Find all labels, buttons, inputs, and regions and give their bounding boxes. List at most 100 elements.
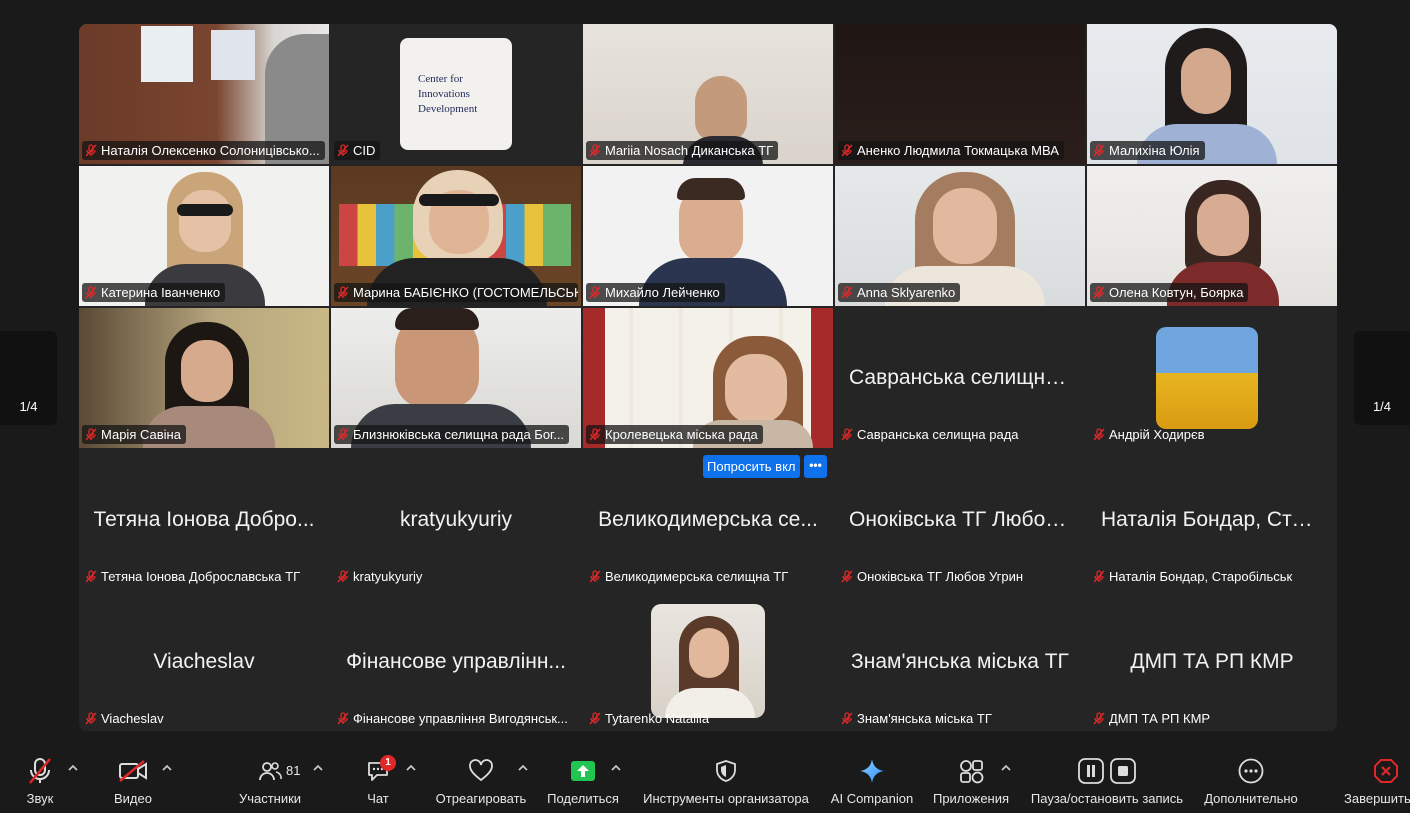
- chevron-up-icon[interactable]: [313, 763, 323, 773]
- participant-name: Аненко Людмила Токмацька МВА: [838, 141, 1064, 160]
- participants-count: 81: [286, 763, 301, 778]
- cid-logo: Center for Innovations Development: [400, 38, 512, 150]
- participant-name: CID: [334, 141, 381, 160]
- mic-muted-icon: [337, 570, 349, 583]
- camera-off-icon: [113, 754, 153, 788]
- participant-name: Mariia Nosach Диканська ТГ: [586, 141, 779, 160]
- chevron-up-icon[interactable]: [406, 763, 416, 773]
- mic-muted-icon: [1093, 712, 1105, 725]
- react-button[interactable]: Отреагировать: [432, 753, 530, 813]
- video-tile[interactable]: Андрій Ходирєв: [1087, 308, 1337, 448]
- participant-display-name: Великодимерська се...: [598, 508, 818, 531]
- next-page-button[interactable]: 1/4: [1354, 331, 1410, 425]
- video-tile[interactable]: Наталія Бондар, Стар... Наталія Бондар, …: [1087, 450, 1337, 590]
- chevron-up-icon[interactable]: [68, 763, 78, 773]
- participant-name: Близнюківська селищна рада Бог...: [334, 425, 570, 444]
- mic-muted-icon: [337, 286, 349, 299]
- participant-name: Михайло Лейченко: [586, 283, 725, 302]
- profile-avatar: [1156, 327, 1258, 429]
- video-tile[interactable]: Оноківська ТГ Любов... Оноківська ТГ Люб…: [835, 450, 1085, 590]
- chat-button[interactable]: 1 Чат: [358, 753, 398, 813]
- participant-name: Наталія Бондар, Старобільськ: [1090, 567, 1297, 586]
- mic-muted-icon: [589, 428, 601, 441]
- video-tile[interactable]: Фінансове управлінн... Фінансове управлі…: [331, 592, 581, 731]
- video-button[interactable]: Видео: [113, 753, 153, 813]
- participant-display-name: Viacheslav: [153, 650, 255, 673]
- video-tile[interactable]: Олена Ковтун, Боярка: [1087, 166, 1337, 306]
- participants-button[interactable]: Участники: [236, 753, 304, 813]
- participant-name: Малихіна Юлія: [1090, 141, 1205, 160]
- mic-muted-icon: [1093, 570, 1105, 583]
- video-tile[interactable]: Аненко Людмила Токмацька МВА: [835, 24, 1085, 164]
- video-tile[interactable]: Тетяна Іонова Добро... Тетяна Іонова Доб…: [79, 450, 329, 590]
- recording-controls[interactable]: Пауза/остановить запись: [1028, 753, 1186, 813]
- video-tile[interactable]: ДМП ТА РП КМР ДМП ТА РП КМР: [1087, 592, 1337, 731]
- mic-muted-icon: [841, 712, 853, 725]
- chevron-up-icon[interactable]: [1001, 763, 1011, 773]
- unread-badge: 1: [380, 755, 396, 771]
- participant-name: Фінансове управління Вигодянськ...: [334, 709, 573, 728]
- participant-display-name: Тетяна Іонова Добро...: [93, 508, 315, 531]
- video-tile[interactable]: Mariia Nosach Диканська ТГ: [583, 24, 833, 164]
- participant-display-name: Савранська селищна...: [849, 366, 1071, 389]
- video-tile[interactable]: Viacheslav Viacheslav: [79, 592, 329, 731]
- video-tile[interactable]: Савранська селищна... Савранська селищна…: [835, 308, 1085, 448]
- video-tile[interactable]: kratyukyuriy kratyukyuriy: [331, 450, 581, 590]
- gallery-grid: Наталія Олексенко Солоницівсько... Cente…: [79, 24, 1337, 731]
- participant-name: Марія Савіна: [82, 425, 186, 444]
- zoom-meeting-window: Наталія Олексенко Солоницівсько... Cente…: [0, 0, 1410, 813]
- participant-display-name: Наталія Бондар, Стар...: [1101, 508, 1323, 531]
- share-screen-icon: [563, 754, 603, 788]
- video-tile[interactable]: Наталія Олексенко Солоницівсько...: [79, 24, 329, 164]
- end-meeting-button[interactable]: Завершить: [1344, 753, 1410, 813]
- page-indicator: 1/4: [1372, 399, 1392, 414]
- mic-muted-icon: [85, 286, 97, 299]
- video-tile[interactable]: Center for Innovations Development CID: [331, 24, 581, 164]
- video-tile[interactable]: Кролевецька міська рада: [583, 308, 833, 448]
- ai-companion-button[interactable]: AI Companion: [829, 753, 915, 813]
- chevron-up-icon[interactable]: [162, 763, 172, 773]
- participant-display-name: kratyukyuriy: [399, 508, 513, 531]
- video-tile[interactable]: Знам'янська міська ТГ Знам'янська міська…: [835, 592, 1085, 731]
- video-tile[interactable]: Близнюківська селищна рада Бог...: [331, 308, 581, 448]
- share-screen-button[interactable]: Поделиться: [545, 753, 621, 813]
- participant-display-name: Оноківська ТГ Любов...: [849, 508, 1071, 531]
- participant-name: Тетяна Іонова Доброславська ТГ: [82, 567, 305, 586]
- participant-name: Tytarenko Nataliia: [586, 709, 714, 728]
- video-tile-active-speaker[interactable]: Марина БАБІЄНКО (ГОСТОМЕЛЬСЬК...: [331, 166, 581, 306]
- video-tile[interactable]: Марія Савіна: [79, 308, 329, 448]
- ask-to-unmute-button[interactable]: Попросить вкл: [703, 455, 800, 478]
- mic-muted-icon: [589, 286, 601, 299]
- participant-name: Знам'янська міська ТГ: [838, 709, 997, 728]
- video-tile[interactable]: Малихіна Юлія: [1087, 24, 1337, 164]
- more-button[interactable]: Дополнительно: [1201, 753, 1301, 813]
- profile-avatar: [651, 604, 765, 718]
- video-tile[interactable]: Михайло Лейченко: [583, 166, 833, 306]
- participant-name: Андрій Ходирєв: [1090, 425, 1210, 444]
- mic-muted-icon: [841, 286, 853, 299]
- participant-name: Савранська селищна рада: [838, 425, 1024, 444]
- tile-more-button[interactable]: •••: [804, 455, 827, 478]
- apps-button[interactable]: Приложения: [930, 753, 1012, 813]
- mic-muted-icon: [841, 144, 853, 157]
- mic-muted-icon: [85, 144, 97, 157]
- meeting-toolbar: Звук Видео Участники 81 1 Чат Отреагиров…: [0, 753, 1410, 813]
- host-tools-button[interactable]: Инструменты организатора: [638, 753, 814, 813]
- mic-muted-icon: [841, 570, 853, 583]
- audio-button[interactable]: Звук: [20, 753, 60, 813]
- chevron-up-icon[interactable]: [611, 763, 621, 773]
- mic-muted-icon: [85, 712, 97, 725]
- mic-muted-icon: [337, 144, 349, 157]
- previous-page-button[interactable]: 1/4: [0, 331, 57, 425]
- mic-muted-icon: [589, 144, 601, 157]
- chevron-up-icon[interactable]: [518, 763, 528, 773]
- chat-icon: 1: [358, 754, 398, 788]
- video-tile[interactable]: Tytarenko Nataliia: [583, 592, 833, 731]
- video-tile[interactable]: Катерина Іванченко: [79, 166, 329, 306]
- participant-name: Наталія Олексенко Солоницівсько...: [82, 141, 325, 160]
- participant-name: Великодимерська селищна ТГ: [586, 567, 793, 586]
- mic-muted-icon: [85, 570, 97, 583]
- participant-name: Оноківська ТГ Любов Угрин: [838, 567, 1028, 586]
- video-tile[interactable]: Anna Sklyarenko: [835, 166, 1085, 306]
- sparkle-icon: [852, 754, 892, 788]
